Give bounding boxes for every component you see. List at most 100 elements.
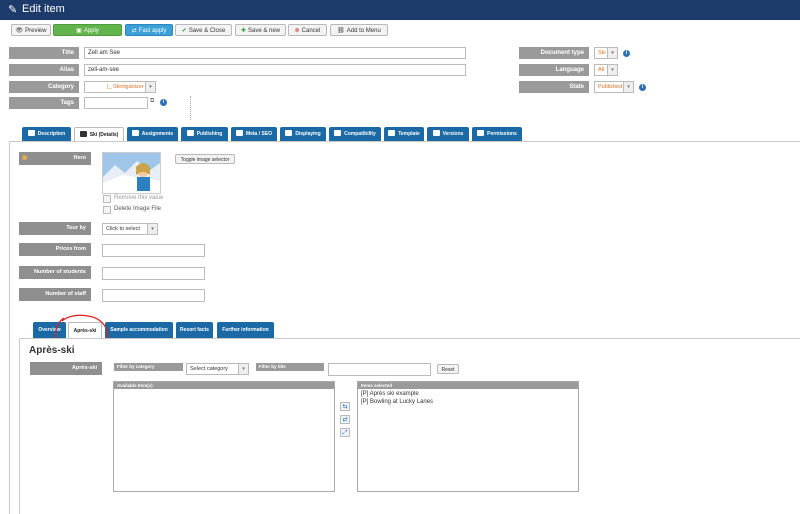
menu-link-icon: ⛓: [337, 28, 345, 34]
tab-label: Meta / SEO: [245, 131, 273, 137]
prices-input[interactable]: [102, 244, 205, 257]
title-input[interactable]: Zell am See: [84, 47, 466, 59]
apply-button[interactable]: ▣ Apply: [53, 24, 122, 36]
tab-label: Description: [37, 131, 66, 137]
subtab-resort-facts[interactable]: Resort facts: [176, 322, 213, 338]
available-items-list[interactable]: Available Item(s): [113, 381, 335, 492]
staff-input[interactable]: [102, 289, 205, 302]
language-select[interactable]: All ▾: [594, 64, 618, 76]
tab-label: Template: [398, 131, 420, 137]
list-item[interactable]: [P] Après ski example: [361, 391, 419, 397]
hero-photo: [103, 153, 160, 193]
chevron-down-icon: ▾: [607, 48, 617, 58]
tag-icon[interactable]: ⧉: [150, 98, 154, 105]
chevron-down-icon: ▾: [145, 82, 155, 92]
cancel-icon: ⊗: [294, 28, 300, 34]
tab-versions[interactable]: Versions: [427, 127, 469, 141]
tab-label: Compatibility: [344, 131, 376, 137]
document-icon: [27, 130, 35, 136]
tags-info-icon[interactable]: i: [160, 99, 167, 106]
apres-ski-heading: Après-ski: [29, 345, 75, 356]
chart-icon: [131, 130, 139, 136]
tab-meta-seo[interactable]: Meta / SEO: [231, 127, 277, 141]
save-new-label: Save & new: [248, 28, 281, 34]
cancel-button[interactable]: ⊗ Cancel: [288, 24, 327, 36]
reset-button[interactable]: Reset: [437, 364, 459, 374]
save-close-button[interactable]: ✔ Save & Close: [175, 24, 232, 36]
save-icon: ▣: [76, 28, 82, 34]
tab-permissions[interactable]: Permissions: [472, 127, 522, 141]
category-filter-value: Select category: [190, 366, 228, 372]
filter-category-label: Filter by category: [114, 363, 183, 371]
calendar-icon: [186, 130, 194, 136]
language-label: Language: [519, 64, 589, 76]
tags-label: Tags: [9, 97, 79, 109]
doctype-value: Ski: [598, 50, 606, 56]
bookmark-icon: [235, 130, 243, 136]
state-info-icon[interactable]: i: [639, 84, 646, 91]
delete-image-label: Delete Image File: [114, 206, 162, 212]
selected-items-list[interactable]: Items selected [P] Après ski example [P]…: [357, 381, 579, 492]
toggle-image-selector-button[interactable]: Toggle image selector: [175, 154, 235, 164]
fast-apply-button[interactable]: ⇄ Fast apply: [125, 24, 173, 36]
check-icon: ✔: [181, 28, 187, 34]
doctype-select[interactable]: Ski ▾: [594, 47, 618, 59]
title-filter-input[interactable]: [328, 363, 431, 376]
list-item[interactable]: [P] Bowling at Lucky Lanes: [361, 399, 433, 405]
category-label: Category: [9, 81, 79, 93]
tab-label: Publishing: [196, 131, 223, 137]
remove-value-checkbox[interactable]: [103, 195, 111, 203]
cancel-label: Cancel: [301, 28, 321, 34]
apres-ski-field-label: Après-ski: [30, 362, 102, 375]
preview-button[interactable]: 👁 Preview: [11, 24, 51, 36]
alias-input[interactable]: zell-am-see: [84, 64, 466, 76]
swap-icon[interactable]: ⇄: [340, 415, 350, 424]
edit-icon: [79, 131, 87, 137]
key-icon: [477, 130, 485, 136]
preview-label: Preview: [25, 28, 47, 34]
tab-compatibility[interactable]: Compatibility: [329, 127, 381, 141]
hero-image-thumbnail[interactable]: [102, 152, 161, 194]
image-icon: ▣: [22, 155, 28, 161]
tab-template[interactable]: Template: [384, 127, 424, 141]
save-close-label: Save & Close: [188, 28, 226, 34]
tab-assignments[interactable]: Assignments: [127, 127, 178, 141]
move-right-icon[interactable]: ⇆: [340, 402, 350, 411]
category-select[interactable]: |_ Skiorganizer ▾: [84, 81, 156, 93]
chevron-down-icon: ▾: [238, 364, 248, 374]
tab-description[interactable]: Description: [22, 127, 71, 141]
add-to-menu-button[interactable]: ⛓ Add to Menu: [330, 24, 388, 36]
versions-icon: [432, 130, 440, 136]
doctype-info-icon[interactable]: i: [623, 50, 630, 57]
tab-publishing[interactable]: Publishing: [181, 127, 228, 141]
remove-value-label: Remove this value: [114, 195, 164, 201]
state-select[interactable]: Published ▾: [594, 81, 634, 93]
chevron-down-icon: ▾: [147, 224, 157, 234]
tour-by-select[interactable]: Click to select ▾: [102, 223, 158, 235]
state-label: State: [519, 81, 589, 93]
state-value: Published: [598, 84, 623, 90]
students-input[interactable]: [102, 267, 205, 280]
subtab-sample-accommodation[interactable]: Sample accommodation: [105, 322, 173, 338]
students-label: Number of students: [19, 266, 91, 279]
subtab-further-information[interactable]: Further information: [217, 322, 274, 338]
tab-label: Versions: [442, 131, 464, 137]
plus-icon: ✚: [240, 28, 246, 34]
hero-label: ▣ Hero: [19, 152, 91, 165]
tab-label: Permissions: [487, 131, 517, 137]
hero-label-text: Hero: [73, 155, 86, 161]
expand-icon[interactable]: ⤢: [340, 428, 350, 437]
chevron-down-icon: ▾: [607, 65, 617, 75]
category-filter-select[interactable]: Select category ▾: [186, 363, 249, 375]
tab-ski-details[interactable]: Ski (Details): [74, 127, 124, 141]
tab-label: Displaying: [295, 131, 321, 137]
selected-items-header: Items selected: [358, 382, 578, 389]
save-new-button[interactable]: ✚ Save & new: [235, 24, 286, 36]
tags-input[interactable]: [84, 97, 148, 109]
delete-image-checkbox[interactable]: [103, 206, 111, 214]
tour-by-label: Tour by: [19, 222, 91, 235]
add-to-menu-label: Add to Menu: [346, 28, 381, 34]
tab-displaying[interactable]: Displaying: [280, 127, 326, 141]
staff-label: Number of staff: [19, 288, 91, 301]
doctype-label: Document type: [519, 47, 589, 59]
